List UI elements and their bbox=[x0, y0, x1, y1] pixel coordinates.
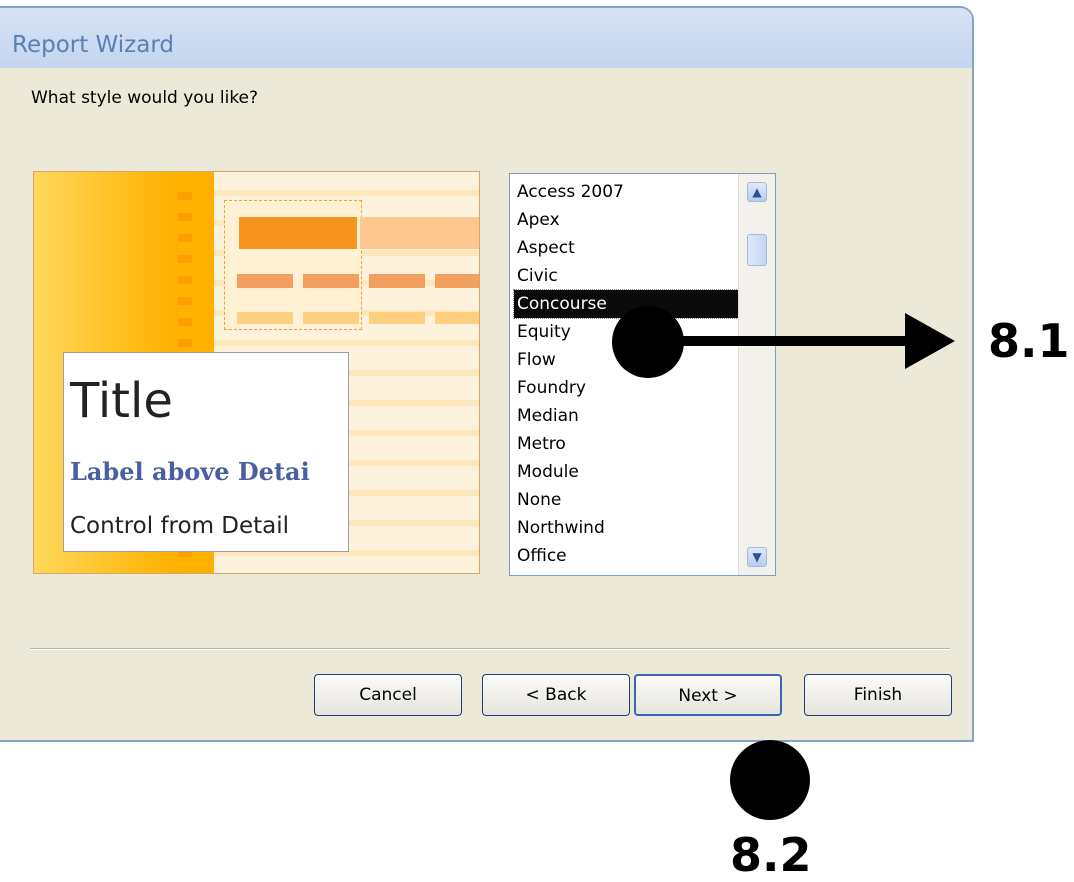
annotation-arrow-head-icon bbox=[905, 313, 955, 369]
style-list-item[interactable]: Northwind bbox=[514, 514, 742, 542]
style-list-scrollbar[interactable]: ▲ ▼ bbox=[738, 174, 775, 575]
preview-title-text: Title bbox=[70, 373, 173, 429]
style-list-item[interactable]: Access 2007 bbox=[514, 178, 742, 206]
preview-control-text: Control from Detail bbox=[70, 513, 290, 539]
annotation-arrow-line bbox=[650, 336, 910, 346]
finish-button[interactable]: Finish bbox=[804, 674, 952, 716]
cancel-button[interactable]: Cancel bbox=[314, 674, 462, 716]
style-list-item[interactable]: Office bbox=[514, 542, 742, 570]
preview-sample-card: Title Label above Detai Control from Det… bbox=[63, 352, 349, 552]
preview-label-row bbox=[237, 274, 479, 288]
style-list-item[interactable]: Module bbox=[514, 458, 742, 486]
annotation-marker-2 bbox=[730, 740, 810, 820]
style-list-item[interactable]: Foundry bbox=[514, 374, 742, 402]
style-list-item[interactable]: Apex bbox=[514, 206, 742, 234]
style-list-items: Access 2007 Apex Aspect Civic Concourse Equit… bbox=[513, 178, 743, 570]
style-list-item[interactable]: Civic bbox=[514, 262, 742, 290]
style-list-item[interactable]: Median bbox=[514, 402, 742, 430]
style-list-item[interactable]: Metro bbox=[514, 430, 742, 458]
title-bar: Report Wizard bbox=[0, 8, 972, 68]
style-list-item[interactable]: None bbox=[514, 486, 742, 514]
annotation-label-2: 8.2 bbox=[730, 828, 812, 882]
scroll-thumb[interactable] bbox=[747, 234, 767, 266]
style-preview: Title Label above Detai Control from Det… bbox=[33, 171, 480, 574]
next-button[interactable]: Next > bbox=[634, 674, 782, 716]
back-button[interactable]: < Back bbox=[482, 674, 630, 716]
preview-detail-row bbox=[237, 312, 479, 324]
preview-header-bar-light bbox=[360, 217, 479, 249]
style-question: What style would you like? bbox=[31, 88, 259, 108]
button-separator bbox=[30, 648, 950, 650]
annotation-label-1: 8.1 bbox=[988, 314, 1070, 368]
preview-label-text: Label above Detai bbox=[70, 457, 310, 486]
style-list-item[interactable]: Aspect bbox=[514, 234, 742, 262]
preview-header-bar bbox=[239, 217, 357, 249]
report-wizard-dialog: Report Wizard What style would you like?… bbox=[0, 6, 974, 742]
scroll-down-icon[interactable]: ▼ bbox=[747, 547, 767, 567]
scroll-up-icon[interactable]: ▲ bbox=[747, 182, 767, 202]
window-title: Report Wizard bbox=[12, 32, 174, 58]
